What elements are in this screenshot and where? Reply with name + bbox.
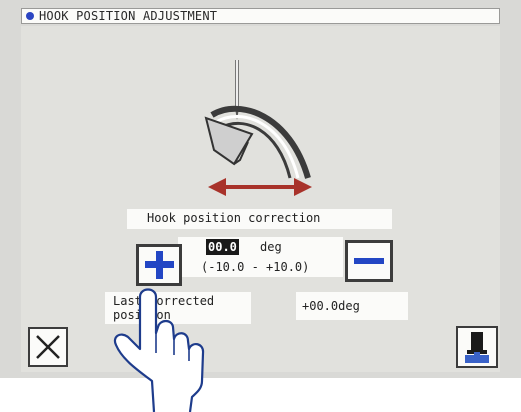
close-x-icon [36, 335, 60, 359]
last-corrected-label-box: Last corrected position [105, 292, 251, 324]
close-button[interactable] [28, 327, 68, 367]
status-dot-icon [26, 12, 34, 20]
screen: HOOK POSITION ADJUSTMENT Hook position c… [0, 0, 521, 412]
machine-io-icon [465, 332, 489, 363]
increase-button[interactable] [136, 244, 182, 286]
correction-unit: deg [260, 240, 282, 254]
screen-title: HOOK POSITION ADJUSTMENT [39, 9, 218, 23]
hook-illustration [204, 60, 312, 196]
correction-label: Hook position correction [147, 211, 321, 225]
plus-icon [145, 251, 174, 279]
arrow-right-head [294, 178, 312, 196]
correction-label-box: Hook position correction [127, 209, 392, 229]
last-corrected-value: +00.0deg [302, 299, 360, 313]
decrease-button[interactable] [345, 240, 393, 282]
minus-icon [354, 258, 384, 264]
correction-value[interactable]: 00.0 [206, 239, 239, 255]
title-bar: HOOK POSITION ADJUSTMENT [21, 8, 500, 24]
last-corrected-value-box: +00.0deg [296, 292, 408, 320]
machine-io-button[interactable] [456, 326, 498, 368]
correction-range: (-10.0 - +10.0) [201, 260, 310, 274]
correction-value-box: 00.0 deg (-10.0 - +10.0) [178, 237, 343, 277]
last-corrected-label: Last corrected position [113, 294, 215, 322]
arrow-left-head [208, 178, 226, 196]
needle-inner [236, 60, 238, 108]
